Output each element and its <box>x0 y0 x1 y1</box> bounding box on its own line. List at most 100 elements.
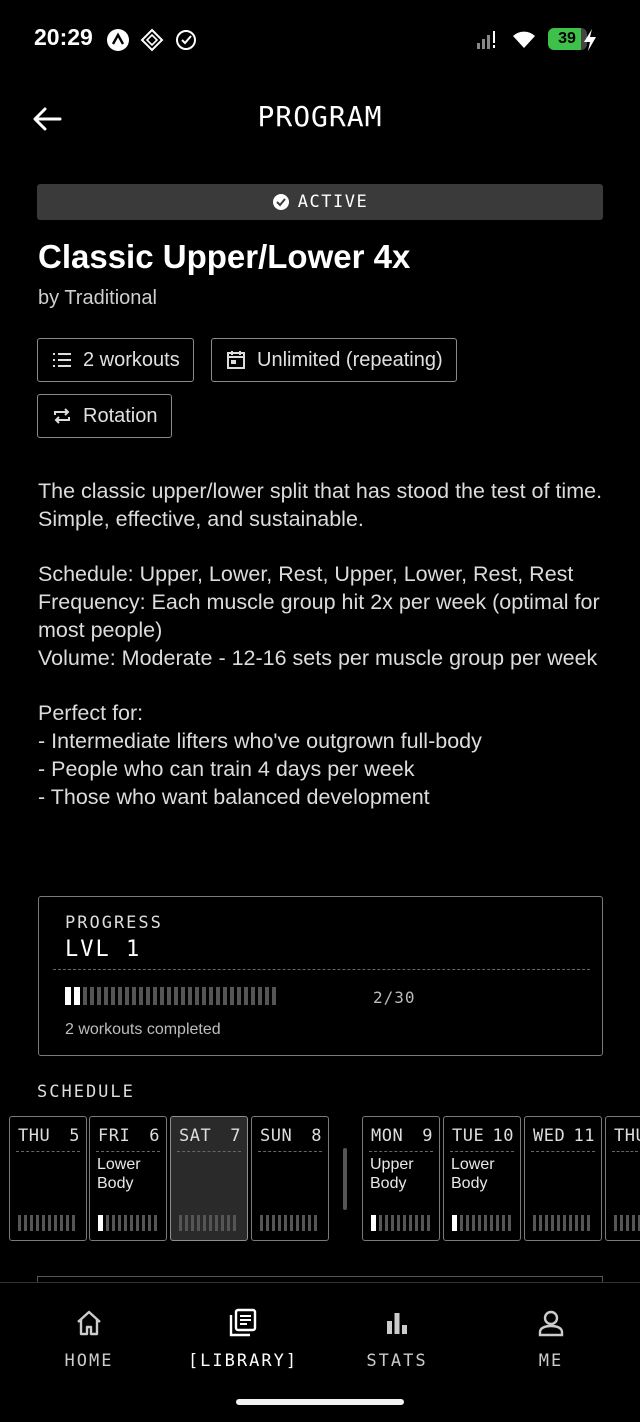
day-of-week: TUE <box>452 1126 485 1146</box>
day-progress-bar <box>371 1215 430 1231</box>
schedule-day[interactable]: MON 9 Upper Body <box>362 1116 440 1241</box>
day-progress-bar <box>533 1215 590 1231</box>
day-of-week: SUN <box>260 1126 293 1146</box>
day-bar-segment <box>502 1215 505 1231</box>
progress-level: LVL 1 <box>65 937 142 962</box>
schedule-day[interactable]: FRI 6 Lower Body <box>89 1116 167 1241</box>
duration-chip: Unlimited (repeating) <box>211 338 457 382</box>
progress-segment <box>146 987 150 1005</box>
nav-stats[interactable]: STATS <box>322 1307 472 1371</box>
progress-segment <box>209 987 213 1005</box>
day-bar-segment <box>284 1215 287 1231</box>
day-bar-segment <box>391 1215 394 1231</box>
day-bar-segment <box>496 1215 499 1231</box>
nav-library-label: [LIBRARY] <box>187 1351 299 1371</box>
progress-segment <box>97 987 101 1005</box>
day-bar-segment <box>575 1215 578 1231</box>
progress-segment <box>230 987 234 1005</box>
progress-segment <box>132 987 136 1005</box>
day-bar-segment <box>130 1215 133 1231</box>
day-progress-bar <box>614 1215 640 1231</box>
day-bar-segment <box>118 1215 121 1231</box>
day-bar-segment <box>508 1215 511 1231</box>
day-bar-segment <box>452 1215 457 1231</box>
progress-label: PROGRESS <box>65 913 163 933</box>
nav-me[interactable]: ME <box>476 1307 626 1371</box>
progress-segment <box>160 987 164 1005</box>
day-of-week: FRI <box>98 1126 131 1146</box>
day-bar-segment <box>203 1215 206 1231</box>
day-bar-segment <box>197 1215 200 1231</box>
day-bar-segment <box>112 1215 115 1231</box>
schedule-day[interactable]: WED 11 <box>524 1116 602 1241</box>
app-notification-icon <box>107 29 129 51</box>
check-circle-icon <box>176 30 196 50</box>
workouts-chip-label: 2 workouts <box>83 348 180 371</box>
schedule-day-today[interactable]: SAT 7 <box>170 1116 248 1241</box>
signal-icon <box>477 31 495 49</box>
day-bar-segment <box>66 1215 69 1231</box>
progress-segment <box>65 987 71 1005</box>
progress-count: 2/30 <box>373 988 416 1007</box>
day-workout: Upper Body <box>370 1156 414 1192</box>
progress-segment <box>167 987 171 1005</box>
day-bar-segment <box>421 1215 424 1231</box>
diamond-icon <box>140 28 164 52</box>
schedule-day[interactable]: SUN 8 <box>251 1116 329 1241</box>
day-bar-segment <box>620 1215 623 1231</box>
day-bar-segment <box>278 1215 281 1231</box>
progress-segment <box>237 987 241 1005</box>
progress-segment <box>244 987 248 1005</box>
day-bar-segment <box>397 1215 400 1231</box>
day-bar-segment <box>48 1215 51 1231</box>
workouts-chip: 2 workouts <box>37 338 194 382</box>
progress-summary: 2 workouts completed <box>65 1021 221 1038</box>
progress-segment <box>104 987 108 1005</box>
progress-segment <box>118 987 122 1005</box>
day-progress-bar <box>452 1215 511 1231</box>
charging-bolt-icon <box>584 29 596 51</box>
day-date: 7 <box>230 1126 241 1146</box>
day-of-week: SAT <box>179 1126 212 1146</box>
progress-segment <box>181 987 185 1005</box>
day-bar-segment <box>569 1215 572 1231</box>
day-bar-segment <box>227 1215 230 1231</box>
day-bar-segment <box>379 1215 382 1231</box>
progress-segment <box>202 987 206 1005</box>
library-icon <box>229 1308 257 1337</box>
progress-segment <box>216 987 220 1005</box>
day-bar-segment <box>296 1215 299 1231</box>
schedule-day[interactable]: THU 5 <box>9 1116 87 1241</box>
day-bar-segment <box>36 1215 39 1231</box>
day-bar-segment <box>563 1215 566 1231</box>
day-bar-segment <box>302 1215 305 1231</box>
day-bar-segment <box>60 1215 63 1231</box>
day-date: 10 <box>492 1126 514 1146</box>
day-bar-segment <box>490 1215 493 1231</box>
day-bar-segment <box>221 1215 224 1231</box>
nav-home-label: HOME <box>64 1351 114 1371</box>
day-bar-segment <box>533 1215 536 1231</box>
day-bar-segment <box>614 1215 617 1231</box>
day-bar-segment <box>409 1215 412 1231</box>
progress-segment <box>195 987 199 1005</box>
progress-segment <box>258 987 262 1005</box>
day-bar-segment <box>478 1215 481 1231</box>
check-circle-icon <box>272 194 289 210</box>
nav-library[interactable]: [LIBRARY] <box>168 1307 318 1371</box>
day-bar-segment <box>54 1215 57 1231</box>
day-bar-segment <box>371 1215 376 1231</box>
day-date: 6 <box>149 1126 160 1146</box>
nav-home[interactable]: HOME <box>14 1307 164 1371</box>
progress-segment <box>111 987 115 1005</box>
wifi-icon <box>513 31 535 48</box>
day-bar-segment <box>18 1215 21 1231</box>
day-bar-segment <box>106 1215 109 1231</box>
day-progress-bar <box>98 1215 157 1231</box>
schedule-day[interactable]: TUE 10 Lower Body <box>443 1116 521 1241</box>
day-of-week: THU <box>18 1126 51 1146</box>
day-bar-segment <box>581 1215 584 1231</box>
rotation-chip: Rotation <box>37 394 172 438</box>
day-progress-bar <box>179 1215 236 1231</box>
schedule-day[interactable]: THU <box>605 1116 640 1241</box>
